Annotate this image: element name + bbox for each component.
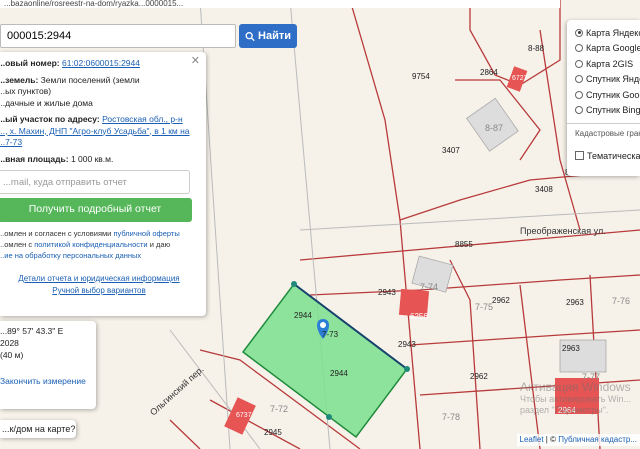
- consent-line-2: ...омлен с: [0, 240, 35, 249]
- coord-lon: ...89° 57' 43.3" E: [0, 326, 64, 336]
- thematic-label: Тематическая карта: [587, 150, 640, 161]
- offer-link[interactable]: публичной оферты: [113, 229, 179, 238]
- search-button[interactable]: Найти: [239, 24, 297, 48]
- coord-num: 2028: [0, 338, 19, 348]
- radio-icon[interactable]: [575, 106, 583, 115]
- layer-option-google-map[interactable]: Карта Google: [575, 41, 640, 57]
- consent-link-3[interactable]: ...ие на обработку персональных данных: [0, 251, 141, 260]
- area-label: ...вная площадь:: [0, 153, 69, 164]
- leaflet-link[interactable]: Leaflet: [520, 435, 544, 444]
- consent-line-2-end: и даю: [147, 240, 171, 249]
- consent-text: ...омлен и согласен с условиями публично…: [0, 228, 198, 261]
- search-icon: [245, 31, 255, 41]
- manual-selection-link[interactable]: Ручной выбор вариантов: [52, 286, 145, 295]
- address-link-1[interactable]: Ростовская обл., р-н: [102, 114, 183, 124]
- layer-label: Карта Яндекс: [586, 27, 640, 38]
- get-report-button[interactable]: Получить подробный отчет: [0, 198, 192, 222]
- checkbox-icon[interactable]: [575, 151, 584, 161]
- layer-option-bing-sat[interactable]: Спутник Bing: [575, 103, 640, 119]
- privacy-link[interactable]: политикой конфиденциальности: [34, 240, 147, 249]
- address-link-2[interactable]: ..., х. Махин, ДНП "Агро-клуб Усадьба", …: [0, 126, 190, 136]
- cadastre-link[interactable]: Публичная кадастр...: [558, 435, 637, 444]
- cadastral-title: Кадастровые границы: [575, 129, 640, 138]
- close-icon[interactable]: ✕: [191, 55, 200, 68]
- radio-icon[interactable]: [575, 59, 583, 68]
- layer-option-yandex-map[interactable]: Карта Яндекс: [575, 25, 640, 41]
- finish-measure-link[interactable]: Закончить измерение: [0, 375, 94, 387]
- layer-label: Карта 2GIS: [586, 58, 634, 69]
- windows-activation-watermark: Активация Windows Чтобы активировать Win…: [520, 380, 631, 416]
- layer-label: Карта Google: [586, 43, 640, 54]
- layers-panel: Карта Яндекс Карта Google Карта 2GIS Спу…: [567, 20, 640, 176]
- layer-label: Спутник Google: [586, 89, 640, 100]
- category-label: ...земель:: [0, 74, 39, 85]
- category-value-1: Земли поселений (земли: [40, 74, 140, 85]
- layer-option-google-sat[interactable]: Спутник Google: [575, 87, 640, 103]
- search-input[interactable]: [1, 25, 235, 47]
- measure-panel: ...89° 57' 43.3" E 2028 (40 м) Закончить…: [0, 321, 96, 409]
- layer-option-2gis-map[interactable]: Карта 2GIS: [575, 56, 640, 72]
- layer-option-yandex-sat[interactable]: Спутник Яндекс: [575, 72, 640, 88]
- watermark-line-1: Активация Windows: [520, 380, 631, 394]
- radio-icon[interactable]: [575, 44, 583, 53]
- watermark-line-3: раздел "Параметры".: [520, 405, 609, 415]
- consent-line-1: ...омлен и согласен с условиями: [0, 229, 114, 238]
- cadnum-label: ...овый номер:: [0, 58, 60, 68]
- area-value: 1 000 кв.м.: [70, 153, 114, 164]
- help-button[interactable]: ...к/дом на карте?: [0, 420, 76, 438]
- search-box[interactable]: [0, 24, 236, 48]
- radio-icon[interactable]: [575, 75, 583, 84]
- radio-icon[interactable]: [575, 90, 583, 99]
- layer-label: Спутник Bing: [586, 105, 640, 116]
- attrib-sep: | ©: [543, 435, 559, 444]
- browser-url-bar[interactable]: ...bazaonline/rosreestr-na-dom/ryazka...…: [0, 0, 560, 8]
- watermark-line-2: Чтобы активировать Win...: [520, 394, 631, 404]
- details-link[interactable]: Детали отчета и юридическая информация: [18, 274, 179, 283]
- email-field[interactable]: ...mail, куда отправить отчет: [0, 170, 190, 194]
- search-button-label: Найти: [258, 30, 291, 42]
- thematic-map-toggle[interactable]: Тематическая карта: [575, 148, 640, 164]
- parcel-info-panel: ✕ ...овый номер: 61:02:0600015:2944 ...з…: [0, 52, 206, 316]
- use-value: ...дачные и жилые дома: [0, 97, 93, 108]
- address-label: ...ый участок по адресу:: [0, 114, 100, 124]
- cadnum-link[interactable]: 61:02:0600015:2944: [62, 58, 140, 68]
- map-attribution: Leaflet | © Публичная кадастр...: [516, 434, 640, 446]
- category-value-2: ...ых пунктов): [0, 86, 52, 96]
- radio-icon[interactable]: [575, 28, 583, 37]
- address-link-3[interactable]: ...7-73: [0, 137, 22, 147]
- distance-value: (40 м): [0, 350, 24, 360]
- layer-label: Спутник Яндекс: [586, 74, 640, 85]
